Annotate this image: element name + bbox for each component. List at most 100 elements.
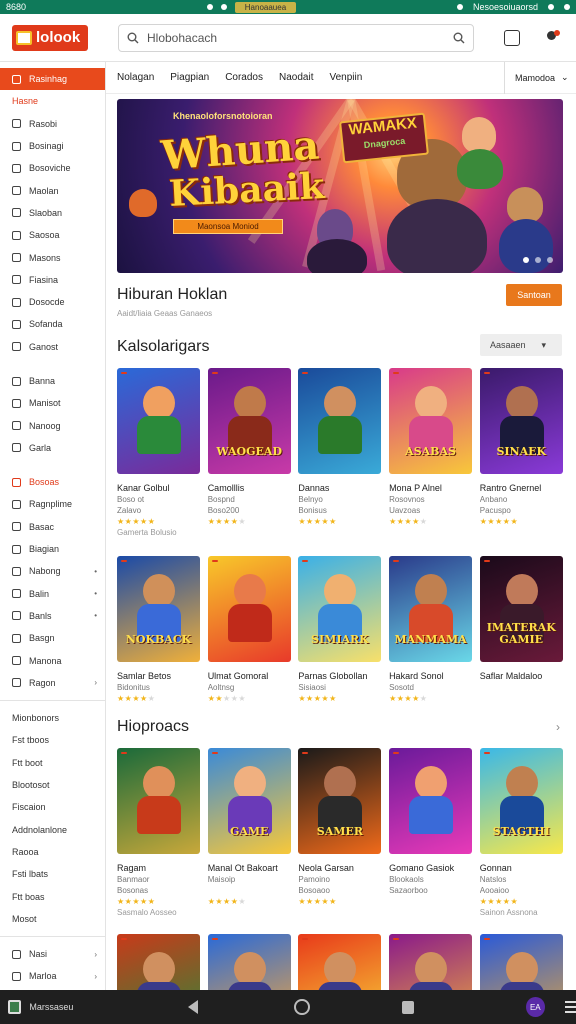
game-card[interactable]: SINAEK Rantro Gnernel Anbano Pacuspo ★★★★★ <box>479 368 563 539</box>
game-thumbnail[interactable]: AARIAL <box>389 934 473 990</box>
game-title[interactable]: Camolllis <box>208 483 291 495</box>
sidebar-item[interactable]: Manisot <box>0 392 105 414</box>
sidebar-item[interactable]: Slaoban <box>0 202 105 224</box>
game-thumbnail[interactable]: ASABAS <box>389 368 473 474</box>
sidebar-item[interactable]: Basac <box>0 516 105 538</box>
game-card[interactable]: STAGTHI Gonnan Natslos Aooaioo ★★★★★ Sainon A… <box>479 748 563 919</box>
game-card[interactable]: Ulmat Gomoral Aoltnsg ★★★★★ <box>207 556 291 705</box>
search-bar[interactable]: Hlobohacach <box>118 23 474 52</box>
tab-5[interactable]: Venpiin <box>329 72 362 83</box>
sidebar-item[interactable]: Rasinhag <box>0 68 105 91</box>
banner-cta-button[interactable]: Maonsoa Moniod <box>173 219 283 234</box>
game-card[interactable]: ASABAS Mona P Alnel Rosovnos Uavzoas ★★★★★ <box>389 368 473 539</box>
sidebar-item[interactable]: Marloa › <box>0 965 105 987</box>
sidebar-item[interactable]: Hasne <box>0 90 105 112</box>
sidebar-item[interactable]: Ftt boot <box>0 752 105 774</box>
game-title[interactable]: Kanar Golbul <box>117 483 200 495</box>
sidebar-item[interactable]: Garla <box>0 437 105 459</box>
game-thumbnail[interactable]: NOKBACK <box>117 556 200 662</box>
sidebar-item[interactable]: Banls • <box>0 605 105 627</box>
game-thumbnail[interactable] <box>389 748 473 854</box>
game-title[interactable]: Rantro Gnernel <box>480 483 563 495</box>
game-title[interactable]: Gomano Gasiok <box>389 863 472 875</box>
sidebar-item[interactable]: Rasobi <box>0 113 105 135</box>
search-input[interactable]: Hlobohacach <box>147 31 445 45</box>
game-card[interactable]: HOBAAS <box>298 934 382 990</box>
sidebar-item[interactable]: Sofanda <box>0 313 105 335</box>
search-submit-icon[interactable] <box>453 32 465 44</box>
sidebar-item[interactable]: Nabong • <box>0 560 105 582</box>
game-title[interactable]: Neola Garsan <box>298 863 381 875</box>
carousel-dot[interactable] <box>547 257 553 263</box>
sidebar-item[interactable]: Biagian <box>0 538 105 560</box>
sidebar-item[interactable]: Addnolanlone <box>0 819 105 841</box>
sidebar-item[interactable]: Mosot <box>0 908 105 930</box>
sidebar-item[interactable]: Saosoa <box>0 224 105 246</box>
sidebar-item[interactable]: Maolan <box>0 179 105 201</box>
sidebar-item[interactable]: Banna <box>0 370 105 392</box>
game-title[interactable]: Parnas Globollan <box>298 671 381 683</box>
carousel-dot[interactable] <box>523 257 529 263</box>
back-icon[interactable] <box>188 1000 199 1014</box>
game-card[interactable]: GAME Manal Ot Bakoart Maisoip ★★★★★ <box>207 748 291 919</box>
sidebar-item[interactable]: Manona <box>0 649 105 671</box>
carousel-dot[interactable] <box>535 257 541 263</box>
sidebar-item[interactable]: Raooa <box>0 841 105 863</box>
game-thumbnail[interactable]: GAME <box>207 748 291 854</box>
chevron-right-icon[interactable]: › <box>556 720 560 734</box>
game-thumbnail[interactable]: IMATERAK GAMIE <box>479 556 563 662</box>
avatar[interactable]: EA <box>525 997 545 1017</box>
sidebar-item[interactable]: Bosoas <box>0 471 105 493</box>
game-title[interactable]: Mona P Alnel <box>389 483 472 495</box>
tab-2[interactable]: Piagpian <box>170 72 209 83</box>
game-thumbnail[interactable]: WAOGEAD <box>207 368 291 474</box>
account-icon[interactable] <box>544 29 560 46</box>
recents-icon[interactable] <box>401 1000 414 1014</box>
game-thumbnail[interactable]: STAGTHI <box>479 748 563 854</box>
game-title[interactable]: Ulmat Gomoral <box>208 671 291 683</box>
app-icon[interactable] <box>8 1000 22 1014</box>
game-thumbnail[interactable]: SINAEK <box>479 368 563 474</box>
game-card[interactable]: Ragam Banmaor Bosonas ★★★★★ Sasmalo Aosseo <box>117 748 200 919</box>
sidebar-item[interactable]: Ragnplime <box>0 493 105 515</box>
game-card[interactable]: HAKAA <box>117 934 200 990</box>
hero-banner[interactable]: WAMAKX Dnagroca Khenaoloforsnotoioran Wh… <box>117 99 563 273</box>
game-thumbnail[interactable]: ANSTAM <box>479 934 563 990</box>
game-thumbnail[interactable] <box>117 748 200 854</box>
download-icon[interactable] <box>504 29 520 46</box>
game-card[interactable]: SAMER Neola Garsan Pamoino Bosoaoo ★★★★★ <box>298 748 382 919</box>
sidebar-item[interactable]: Fiasina <box>0 269 105 291</box>
game-card[interactable]: ANSTAM <box>479 934 563 990</box>
sidebar-item[interactable]: Masons <box>0 246 105 268</box>
game-title[interactable]: Ragam <box>117 863 200 875</box>
game-title[interactable]: Dannas <box>298 483 381 495</box>
game-card[interactable]: IMATERAK GAMIE Saflar Maldaloo <box>479 556 563 705</box>
game-title[interactable]: Manal Ot Bakoart <box>208 863 291 875</box>
see-all-button[interactable]: Santoan <box>506 284 562 306</box>
sidebar-item[interactable]: Bosinagi <box>0 135 105 157</box>
tab-3[interactable]: Corados <box>225 72 263 83</box>
home-icon[interactable] <box>294 999 310 1015</box>
category-select[interactable]: Aasaaen ▾ <box>480 334 562 356</box>
game-card[interactable]: HIVKAUS <box>207 934 291 990</box>
game-card[interactable]: NOKBACK Samlar Betos Bidonitus ★★★★★ <box>117 556 200 705</box>
sidebar-item[interactable]: Basgn <box>0 627 105 649</box>
sidebar-item[interactable]: Balin • <box>0 583 105 605</box>
game-thumbnail[interactable]: MANMAMA <box>389 556 473 662</box>
sidebar-item[interactable]: Bosoviche <box>0 157 105 179</box>
sidebar-item[interactable]: Ragon › <box>0 672 105 694</box>
sidebar-item[interactable]: Blootosot <box>0 774 105 796</box>
game-thumbnail[interactable] <box>207 556 291 662</box>
sidebar-item[interactable]: Nanoog <box>0 414 105 436</box>
tab-4[interactable]: Naodait <box>279 72 313 83</box>
sidebar-item[interactable]: Mionbonors <box>0 707 105 729</box>
game-title[interactable]: Samlar Betos <box>117 671 200 683</box>
tab-1[interactable]: Nolagan <box>117 72 154 83</box>
sidebar-item[interactable]: Nasi › <box>0 943 105 965</box>
game-thumbnail[interactable]: HIVKAUS <box>207 934 291 990</box>
game-card[interactable]: Gomano Gasiok Blookaols Sazaorboo <box>389 748 473 919</box>
game-card[interactable]: Kanar Golbul Boso ot Zalavo ★★★★★ Gamerta Bo… <box>117 368 200 539</box>
sidebar-item[interactable]: Fst tboos <box>0 729 105 751</box>
sidebar-item[interactable]: Fiscaion <box>0 796 105 818</box>
sidebar-item[interactable]: Fsti lbats <box>0 863 105 885</box>
